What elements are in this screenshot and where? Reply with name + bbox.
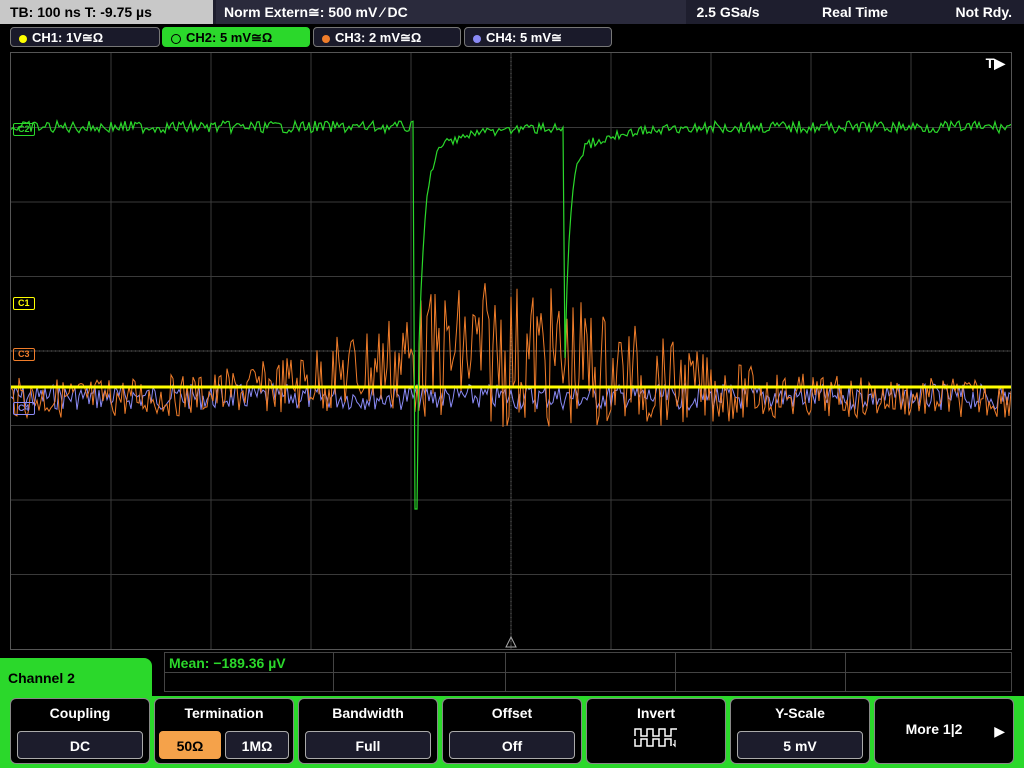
invert-softkey[interactable]: Invert [586, 698, 726, 764]
invert-title: Invert [636, 705, 676, 721]
more-softkey[interactable]: More 1|2 ▶ [874, 698, 1014, 764]
offset-title: Offset [491, 705, 533, 721]
trigger-position-indicator: T▶ [985, 55, 1005, 71]
tab-channel-1-label: CH1: 1V≅Ω [32, 30, 104, 45]
termination-softkey[interactable]: Termination 50Ω 1MΩ [154, 698, 294, 764]
channel-4-dot-icon [473, 34, 481, 43]
coupling-value-button[interactable]: DC [17, 731, 143, 759]
tab-channel-4[interactable]: CH4: 5 mV≅ [464, 27, 612, 47]
more-label: More 1|2 [905, 721, 963, 737]
channel-tabs: CH1: 1V≅Ω CH2: 5 mV≅Ω CH3: 2 mV≅Ω CH4: 5… [0, 24, 1024, 50]
acquisition-mode-readout[interactable]: Real Time [800, 0, 910, 24]
waveform-display[interactable]: T▶ C2 C1 C3 C4 [10, 52, 1012, 650]
offset-value-button[interactable]: Off [449, 731, 575, 759]
status-bar: TB: 100 ns T: -9.75 µs Norm Extern≅: 500… [0, 0, 1024, 24]
trigger-readout[interactable]: Norm Extern≅: 500 mV ⁄ DC [216, 0, 686, 24]
trigger-state-readout: Not Rdy. [955, 4, 1012, 20]
measurement-panel: Mean: −189.36 µV [164, 652, 1012, 692]
tab-channel-3-label: CH3: 2 mV≅Ω [335, 30, 422, 45]
offset-softkey[interactable]: Offset Off [442, 698, 582, 764]
coupling-title: Coupling [49, 705, 111, 721]
y-scale-softkey[interactable]: Y-Scale 5 mV [730, 698, 870, 764]
termination-1mohm-button[interactable]: 1MΩ [225, 731, 289, 759]
tab-channel-1[interactable]: CH1: 1V≅Ω [10, 27, 160, 47]
active-channel-label: Channel 2 [0, 658, 152, 698]
termination-50ohm-button[interactable]: 50Ω [159, 731, 221, 759]
y-scale-title: Y-Scale [775, 705, 825, 721]
bandwidth-value-button[interactable]: Full [305, 731, 431, 759]
channel-2-dot-icon [171, 33, 181, 44]
channel-2-offset-marker[interactable]: C2 [13, 123, 35, 136]
bandwidth-title: Bandwidth [332, 705, 404, 721]
tab-channel-4-label: CH4: 5 mV≅ [486, 30, 562, 45]
sample-rate-readout[interactable]: 2.5 GSa/s [688, 0, 768, 24]
tab-channel-3[interactable]: CH3: 2 mV≅Ω [313, 27, 461, 47]
tab-channel-2-label: CH2: 5 mV≅Ω [186, 30, 273, 45]
tab-channel-2[interactable]: CH2: 5 mV≅Ω [162, 27, 310, 47]
y-scale-value-button[interactable]: 5 mV [737, 731, 863, 759]
waveform-canvas [11, 53, 1011, 649]
channel-1-dot-icon [19, 34, 27, 43]
invert-waveform-icon [634, 728, 677, 748]
coupling-softkey[interactable]: Coupling DC [10, 698, 150, 764]
chevron-right-icon: ▶ [994, 723, 1005, 739]
channel-3-offset-marker[interactable]: C3 [13, 348, 35, 361]
channel-1-offset-marker[interactable]: C1 [13, 297, 35, 310]
softkey-bar: Coupling DC Termination 50Ω 1MΩ Bandwidt… [0, 696, 1024, 768]
timebase-readout[interactable]: TB: 100 ns T: -9.75 µs [0, 0, 213, 24]
channel-4-offset-marker[interactable]: C4 [13, 402, 35, 415]
mean-measurement[interactable]: Mean: −189.36 µV [169, 655, 286, 671]
channel-3-dot-icon [322, 34, 330, 43]
termination-title: Termination [184, 705, 264, 721]
bandwidth-softkey[interactable]: Bandwidth Full [298, 698, 438, 764]
